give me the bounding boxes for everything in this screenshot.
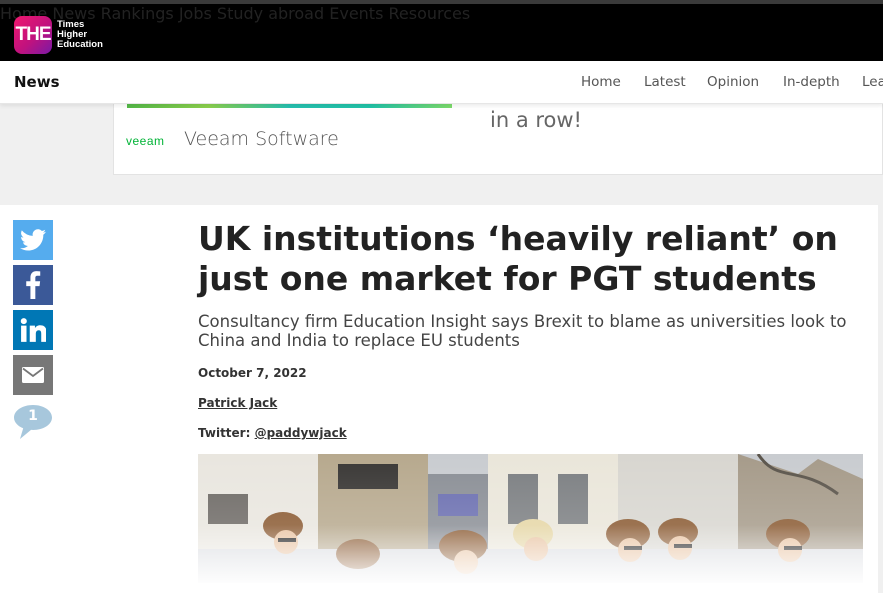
ad-tagline: in a row! xyxy=(490,108,582,132)
veeam-logo: veeam xyxy=(126,134,165,148)
section-nav-learning[interactable]: Lea xyxy=(862,74,883,90)
nav-study-abroad[interactable]: Study abroad xyxy=(217,4,324,23)
article: 1 UK institutions ‘heavily reliant’ on j… xyxy=(0,205,878,593)
nav-events[interactable]: Events xyxy=(329,4,383,23)
logo-line-3: Education xyxy=(57,39,103,50)
author-twitter: Twitter: @paddywjack xyxy=(198,426,347,440)
advertisement-banner[interactable]: veeam Veeam Software in a row! xyxy=(113,104,883,175)
nav-jobs[interactable]: Jobs xyxy=(179,4,212,23)
twitter-label: Twitter: xyxy=(198,426,251,440)
logo-wordmark: Times Higher Education xyxy=(57,20,103,50)
article-hero-image xyxy=(198,454,863,583)
section-title: News xyxy=(14,73,60,91)
comments-count: 1 xyxy=(28,408,38,424)
share-email-button[interactable] xyxy=(13,355,53,395)
section-nav-bar: News Home Latest Opinion In-depth Lea xyxy=(0,61,883,104)
section-nav-home[interactable]: Home xyxy=(581,74,621,90)
article-date: October 7, 2022 xyxy=(198,366,307,380)
comments-count-button[interactable]: 1 xyxy=(13,403,53,441)
share-facebook-button[interactable] xyxy=(13,265,53,305)
author-link[interactable]: Patrick Jack xyxy=(198,396,277,410)
ad-color-stripe xyxy=(127,104,452,108)
twitter-handle-link[interactable]: @paddywjack xyxy=(255,426,347,440)
section-nav-latest[interactable]: Latest xyxy=(644,74,686,90)
facebook-icon xyxy=(26,271,41,299)
twitter-icon xyxy=(20,229,46,251)
nav-rankings[interactable]: Rankings xyxy=(101,4,174,23)
section-nav-in-depth[interactable]: In-depth xyxy=(783,74,840,90)
top-navigation-bar: THE Times Higher Education Home News Ran… xyxy=(0,0,883,61)
street-photo-illustration xyxy=(198,454,863,583)
ad-company-name: Veeam Software xyxy=(184,128,339,150)
article-headline: UK institutions ‘heavily reliant’ on jus… xyxy=(198,219,838,298)
nav-resources[interactable]: Resources xyxy=(389,4,471,23)
email-icon xyxy=(22,367,44,383)
the-logo[interactable]: THE Times Higher Education xyxy=(14,16,103,54)
logo-mark: THE xyxy=(14,16,52,54)
linkedin-icon xyxy=(20,318,46,342)
main-nav: Home News Rankings Jobs Study abroad Eve… xyxy=(0,4,883,23)
section-nav-opinion[interactable]: Opinion xyxy=(707,74,759,90)
share-linkedin-button[interactable] xyxy=(13,310,53,350)
article-standfirst: Consultancy firm Education Insight says … xyxy=(198,312,847,350)
share-twitter-button[interactable] xyxy=(13,220,53,260)
